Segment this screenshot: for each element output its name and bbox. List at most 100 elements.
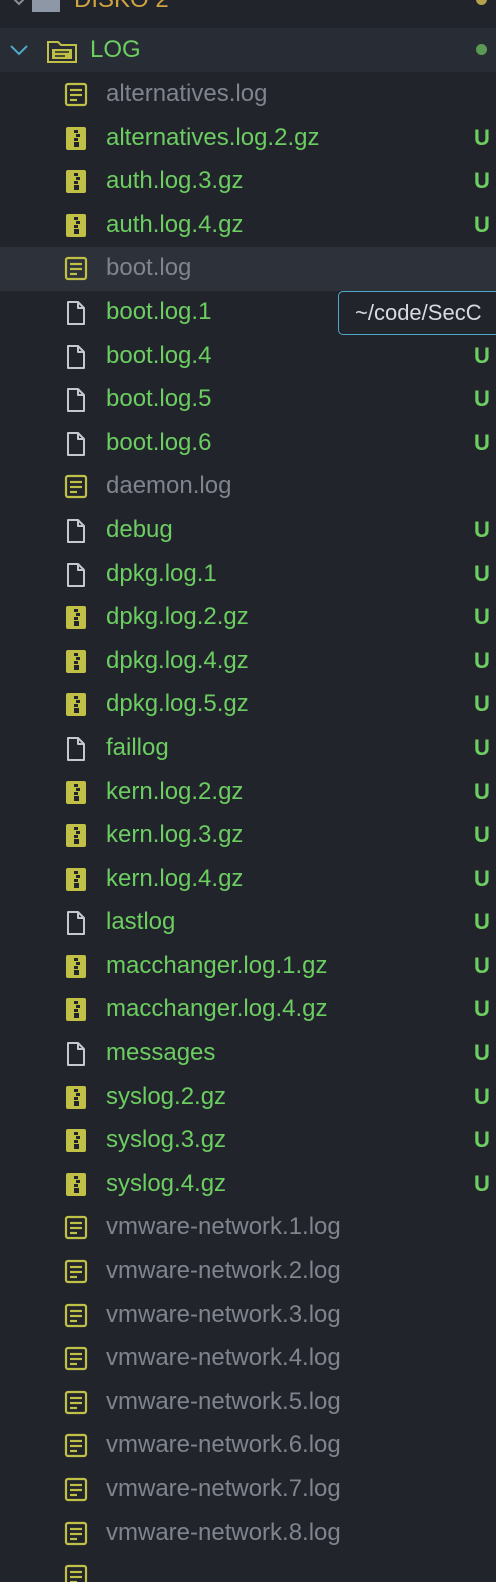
- file-name: dpkg.log.5.gz: [106, 690, 249, 718]
- file-row[interactable]: kern.log.3.gz U: [0, 814, 496, 858]
- file-row[interactable]: macchanger.log.4.gz U: [0, 988, 496, 1032]
- git-untracked-badge: U: [474, 516, 490, 542]
- git-untracked-badge: U: [474, 691, 490, 717]
- archive-file-icon: [64, 126, 88, 152]
- git-untracked-badge: U: [474, 342, 490, 368]
- git-untracked-badge: U: [474, 647, 490, 673]
- git-untracked-badge: U: [474, 168, 490, 194]
- file-name: dpkg.log.4.gz: [106, 646, 249, 674]
- file-row[interactable]: kern.log.4.gz U: [0, 858, 496, 902]
- file-row[interactable]: vmware-network.2.log: [0, 1250, 496, 1294]
- log-file-icon: [64, 1564, 88, 1582]
- file-row[interactable]: kern.log.2.gz U: [0, 771, 496, 815]
- folder-icon: [32, 0, 60, 12]
- chevron-down-icon[interactable]: [8, 0, 30, 10]
- file-row[interactable]: vmware-network.4.log: [0, 1337, 496, 1381]
- file-row[interactable]: auth.log.3.gz U: [0, 160, 496, 204]
- log-file-icon: [64, 1303, 88, 1329]
- file-row[interactable]: vmware-network.7.log: [0, 1468, 496, 1512]
- file-name: alternatives.log: [106, 80, 268, 107]
- archive-file-icon: [64, 954, 88, 980]
- file-name: dpkg.log.2.gz: [106, 603, 249, 631]
- file-row[interactable]: boot.log.6 U: [0, 422, 496, 466]
- file-row[interactable]: vmware-network.8.log: [0, 1512, 496, 1556]
- archive-file-icon: [64, 692, 88, 718]
- chevron-down-icon[interactable]: [8, 40, 30, 60]
- file-name: faillog: [106, 733, 169, 761]
- file-row[interactable]: vmware-network.6.log: [0, 1424, 496, 1468]
- git-untracked-badge: U: [474, 1083, 490, 1109]
- git-untracked-badge: U: [474, 1040, 490, 1066]
- file-row[interactable]: alternatives.log.2.gz U: [0, 117, 496, 161]
- file-row[interactable]: lastlog U: [0, 901, 496, 945]
- file-row[interactable]: dpkg.log.1 U: [0, 553, 496, 597]
- archive-file-icon: [64, 605, 88, 631]
- file-icon: [64, 562, 88, 588]
- file-row[interactable]: syslog.2.gz U: [0, 1076, 496, 1120]
- file-row[interactable]: dpkg.log.2.gz U: [0, 596, 496, 640]
- git-untracked-badge: U: [474, 734, 490, 760]
- file-name: boot.log.6: [106, 428, 212, 456]
- file-icon: [64, 300, 88, 326]
- git-untracked-badge: U: [474, 124, 490, 150]
- file-row[interactable]: syslog.3.gz U: [0, 1119, 496, 1163]
- file-row[interactable]: boot.log.5 U: [0, 378, 496, 422]
- file-row[interactable]: [0, 1555, 496, 1582]
- open-log-folder-icon: [47, 41, 77, 63]
- git-untracked-badge: U: [474, 865, 490, 891]
- file-icon: [64, 1041, 88, 1067]
- file-row[interactable]: debug U: [0, 509, 496, 553]
- git-untracked-badge: U: [474, 1127, 490, 1153]
- file-icon: [64, 518, 88, 544]
- file-row[interactable]: faillog U: [0, 727, 496, 771]
- git-status-dot: [476, 44, 487, 55]
- file-name: alternatives.log.2.gz: [106, 123, 320, 151]
- log-file-icon: [64, 1215, 88, 1241]
- file-name: vmware-network.2.log: [106, 1257, 341, 1285]
- git-untracked-badge: U: [474, 386, 490, 412]
- file-row[interactable]: vmware-network.5.log: [0, 1381, 496, 1425]
- file-name: vmware-network.3.log: [106, 1300, 341, 1328]
- git-untracked-badge: U: [474, 909, 490, 935]
- file-name: auth.log.4.gz: [106, 210, 244, 238]
- git-untracked-badge: U: [474, 429, 490, 455]
- folder-row-disko-2[interactable]: DISKO 2: [0, 0, 496, 22]
- file-row[interactable]: syslog.4.gz U: [0, 1163, 496, 1207]
- file-name: macchanger.log.4.gz: [106, 995, 328, 1023]
- archive-file-icon: [64, 169, 88, 195]
- file-row[interactable]: messages U: [0, 1032, 496, 1076]
- file-name: vmware-network.7.log: [106, 1475, 341, 1502]
- file-name: vmware-network.5.log: [106, 1387, 341, 1415]
- log-file-icon: [64, 474, 88, 500]
- log-file-icon: [64, 1346, 88, 1372]
- file-row[interactable]: dpkg.log.5.gz U: [0, 683, 496, 727]
- file-icon: [64, 431, 88, 457]
- file-icon: [64, 387, 88, 413]
- git-untracked-badge: U: [474, 996, 490, 1022]
- git-untracked-badge: U: [474, 560, 490, 586]
- file-name: syslog.3.gz: [106, 1126, 227, 1154]
- file-row[interactable]: dpkg.log.4.gz U: [0, 640, 496, 684]
- log-file-icon: [64, 1521, 88, 1547]
- file-name: vmware-network.1.log: [106, 1213, 341, 1241]
- file-row[interactable]: boot.log.4 U: [0, 335, 496, 379]
- file-row[interactable]: daemon.log: [0, 465, 496, 509]
- file-row[interactable]: alternatives.log: [0, 73, 496, 117]
- file-name: boot.log: [106, 254, 192, 282]
- file-row[interactable]: vmware-network.1.log: [0, 1206, 496, 1250]
- folder-label-log: LOG: [90, 36, 141, 63]
- log-file-icon: [64, 82, 88, 108]
- file-row[interactable]: vmware-network.3.log: [0, 1294, 496, 1338]
- archive-file-icon: [64, 780, 88, 806]
- file-row[interactable]: macchanger.log.1.gz U: [0, 945, 496, 989]
- file-row[interactable]: auth.log.4.gz U: [0, 204, 496, 248]
- file-row[interactable]: boot.log: [0, 247, 496, 291]
- git-untracked-badge: U: [474, 604, 490, 630]
- git-untracked-badge: U: [474, 822, 490, 848]
- folder-row-log[interactable]: LOG: [0, 28, 496, 72]
- file-explorer: DISKO 2 LOG alternatives.log alternatives…: [0, 0, 496, 1582]
- file-name: macchanger.log.1.gz: [106, 951, 328, 979]
- file-name: kern.log.2.gz: [106, 777, 244, 805]
- file-name: vmware-network.8.log: [106, 1518, 341, 1546]
- file-icon: [64, 344, 88, 370]
